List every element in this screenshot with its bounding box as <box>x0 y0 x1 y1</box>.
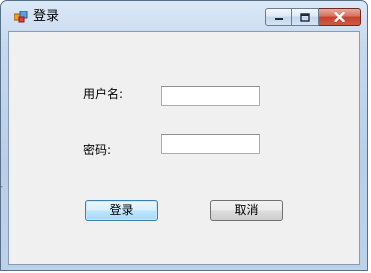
caption-buttons <box>265 8 361 27</box>
form-client-area: 用户名: 密码: 登录 取消 <box>8 31 360 265</box>
close-button[interactable] <box>319 8 361 26</box>
title-bar[interactable]: 登录 <box>1 1 367 31</box>
close-icon <box>334 12 345 22</box>
minimize-button[interactable] <box>265 8 292 26</box>
window-title: 登录 <box>33 9 60 24</box>
app-form-icon <box>14 11 28 23</box>
password-label: 密码: <box>83 143 112 157</box>
side-mark: - <box>0 182 3 191</box>
minimize-icon <box>274 18 283 20</box>
maximize-button[interactable] <box>292 8 319 26</box>
username-input[interactable] <box>161 86 260 106</box>
password-input[interactable] <box>161 134 260 154</box>
maximize-icon <box>300 12 310 22</box>
username-label: 用户名: <box>83 87 124 101</box>
cancel-button[interactable]: 取消 <box>210 200 283 221</box>
login-button[interactable]: 登录 <box>85 200 158 221</box>
login-window: 登录 用户名: 密码: 登录 取消 <box>0 0 368 271</box>
